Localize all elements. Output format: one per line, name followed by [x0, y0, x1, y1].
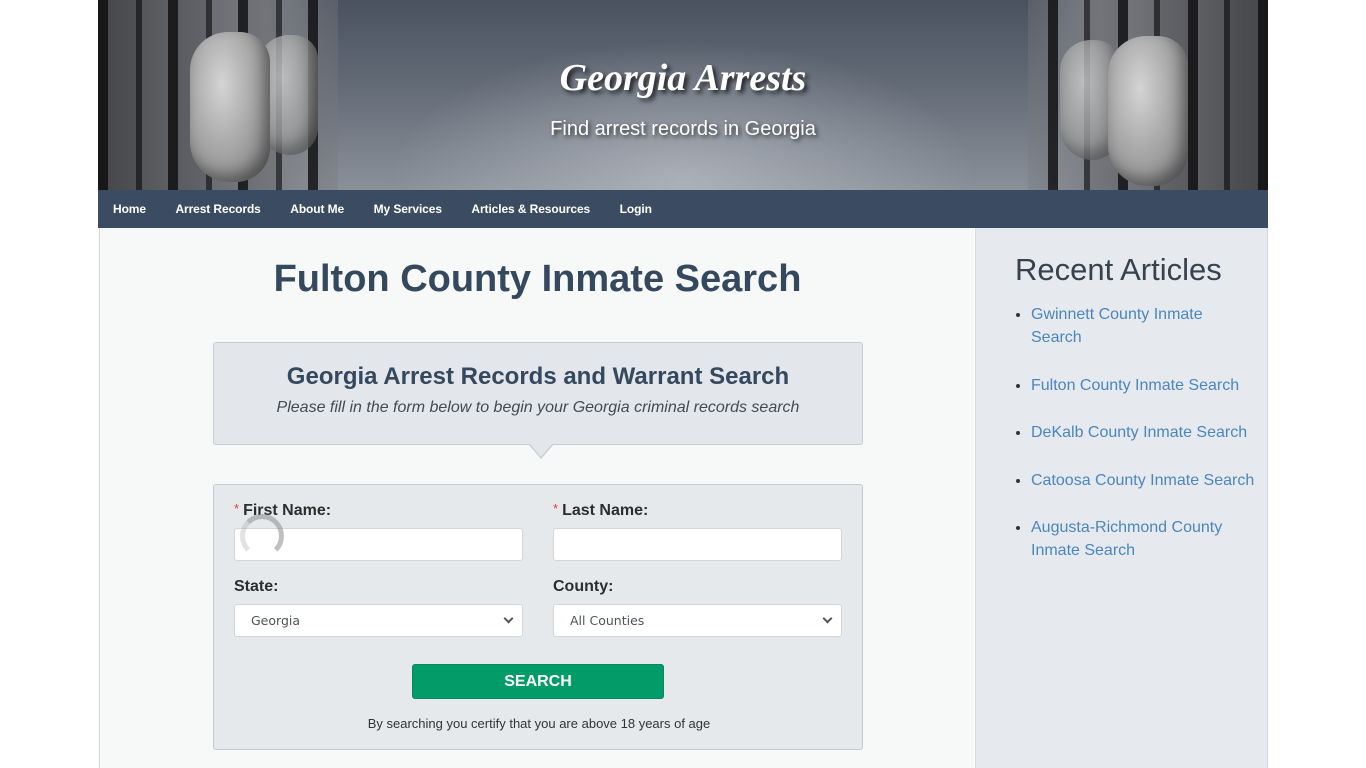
list-item: DeKalb County Inmate Search [1031, 421, 1256, 444]
article-link[interactable]: Augusta-Richmond County Inmate Search [1031, 519, 1222, 559]
nav-home[interactable]: Home [113, 202, 146, 216]
search-form: * First Name: * Last Name: State: Georgia … [213, 484, 863, 750]
page: Georgia Arrests Find arrest records in G… [98, 0, 1268, 768]
search-info-box: Georgia Arrest Records and Warrant Searc… [213, 342, 863, 459]
nav-arrest-records[interactable]: Arrest Records [175, 202, 260, 216]
callout-arrow [528, 443, 554, 459]
first-name-input[interactable] [234, 528, 523, 561]
hand-image [190, 32, 270, 182]
main-nav: Home Arrest Records About Me My Services… [98, 190, 1268, 228]
last-name-field: * Last Name: [553, 501, 842, 561]
last-name-label: * Last Name: [553, 501, 649, 519]
county-selected-value: All Counties [570, 613, 645, 628]
state-field: State: Georgia [234, 578, 523, 637]
required-asterisk: * [234, 501, 240, 516]
first-name-field: * First Name: [234, 501, 523, 561]
county-label: County: [553, 578, 614, 595]
list-item: Augusta-Richmond County Inmate Search [1031, 516, 1256, 562]
chevron-down-icon [503, 613, 514, 624]
search-button[interactable]: SEARCH [412, 664, 664, 699]
list-item: Fulton County Inmate Search [1031, 374, 1256, 397]
main-content: Fulton County Inmate Search Georgia Arre… [99, 228, 974, 768]
nav-about-me[interactable]: About Me [290, 202, 344, 216]
state-selected-value: Georgia [251, 613, 301, 628]
recent-articles-heading: Recent Articles [1015, 252, 1222, 287]
article-link[interactable]: Catoosa County Inmate Search [1031, 472, 1254, 489]
site-title[interactable]: Georgia Arrests [98, 56, 1268, 100]
info-heading: Georgia Arrest Records and Warrant Searc… [286, 363, 790, 390]
state-select[interactable]: Georgia [234, 604, 523, 637]
sidebar: Recent Articles Gwinnett County Inmate S… [975, 228, 1268, 768]
age-disclaimer: By searching you certify that you are ab… [367, 716, 711, 731]
nav-login[interactable]: Login [620, 202, 652, 216]
county-field: County: All Counties [553, 578, 842, 637]
chevron-down-icon [822, 613, 833, 624]
last-name-input[interactable] [553, 528, 842, 561]
nav-articles-resources[interactable]: Articles & Resources [471, 202, 590, 216]
article-link[interactable]: Gwinnett County Inmate Search [1031, 306, 1203, 346]
page-title: Fulton County Inmate Search [273, 258, 802, 300]
info-subtext: Please fill in the form below to begin y… [276, 399, 800, 416]
header-banner: Georgia Arrests Find arrest records in G… [98, 0, 1268, 190]
article-link[interactable]: DeKalb County Inmate Search [1031, 424, 1247, 441]
required-asterisk: * [553, 501, 559, 516]
list-item: Gwinnett County Inmate Search [1031, 303, 1256, 349]
recent-articles-list: Gwinnett County Inmate Search Fulton Cou… [1031, 303, 1256, 587]
county-select[interactable]: All Counties [553, 604, 842, 637]
article-link[interactable]: Fulton County Inmate Search [1031, 377, 1239, 394]
state-label: State: [234, 578, 279, 595]
list-item: Catoosa County Inmate Search [1031, 469, 1256, 492]
nav-my-services[interactable]: My Services [374, 202, 442, 216]
first-name-label: * First Name: [234, 501, 332, 519]
site-tagline: Find arrest records in Georgia [550, 118, 816, 140]
